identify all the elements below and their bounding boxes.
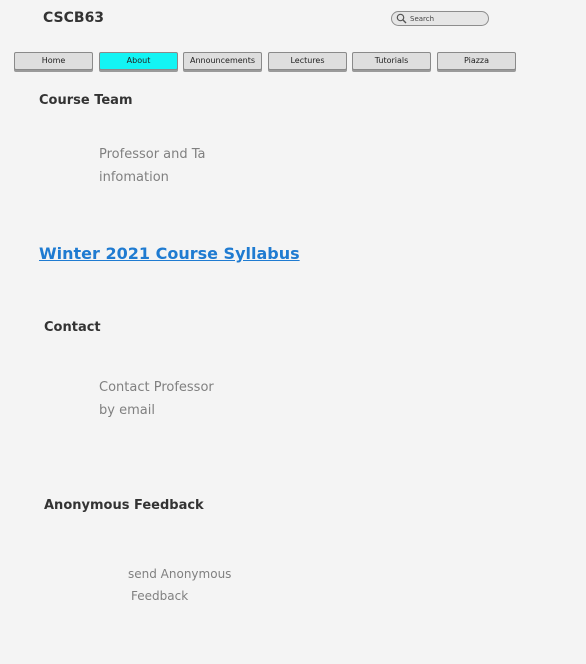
contact-text-line2: by email [99,403,155,418]
search-icon [396,13,407,24]
course-team-heading: Course Team [39,93,133,108]
contact-heading: Contact [44,320,101,335]
nav-home-button[interactable]: Home [14,52,93,70]
course-team-text: Professor and Ta infomation [99,143,206,189]
nav-piazza-button[interactable]: Piazza [437,52,516,70]
nav-about-button[interactable]: About [99,52,178,70]
nav-announcements-button[interactable]: Announcements [183,52,262,70]
nav-lectures-button[interactable]: Lectures [268,52,347,70]
feedback-heading: Anonymous Feedback [44,498,204,513]
contact-text-line1: Contact Professor [99,380,214,395]
course-team-text-line1: Professor and Ta [99,147,206,162]
search-box[interactable] [391,11,489,26]
feedback-text-line2: Feedback [131,589,189,603]
syllabus-link[interactable]: Winter 2021 Course Syllabus [39,244,300,263]
feedback-text-line1: send Anonymous [128,567,232,581]
contact-text: Contact Professor by email [99,376,214,422]
nav-tutorials-button[interactable]: Tutorials [352,52,431,70]
course-team-text-line2: infomation [99,170,169,185]
search-input[interactable] [410,12,484,25]
feedback-text: send Anonymous Feedback [128,563,231,607]
site-title: CSCB63 [43,10,105,26]
